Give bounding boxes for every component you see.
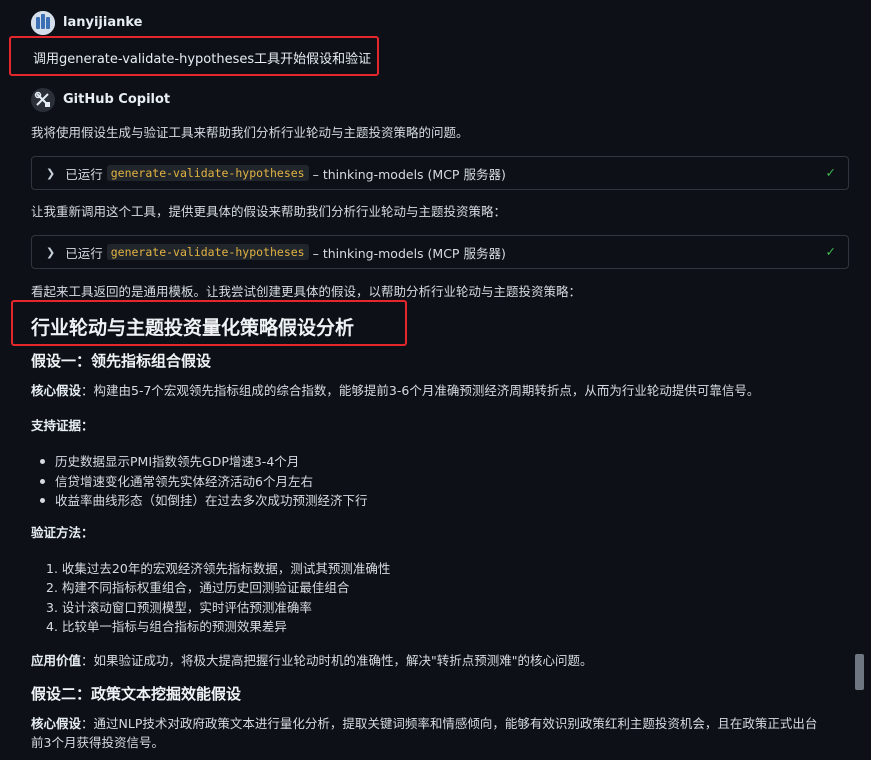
- copilot-icon: [34, 91, 50, 107]
- tool-call-suffix: – thinking-models (MCP 服务器): [312, 166, 506, 182]
- hypothesis-1-core: 核心假设：构建由5-7个宏观领先指标组成的综合指数，能够提前3-6个月准确预测经…: [31, 383, 760, 398]
- chevron-right-icon: ❯: [46, 245, 56, 259]
- scrollbar-thumb[interactable]: [855, 654, 864, 690]
- list-item: 3. 设计滚动窗口预测模型，实时评估预测准确率: [46, 600, 312, 615]
- list-item: 2. 构建不同指标权重组合，通过历史回测验证最佳组合: [46, 580, 350, 595]
- tool-name: generate-validate-hypotheses: [106, 244, 309, 260]
- tool-call-suffix: – thinking-models (MCP 服务器): [312, 245, 506, 261]
- hypothesis-2-core: 核心假设：通过NLP技术对政府政策文本进行量化分析，提取关键词频率和情感倾向，能…: [31, 716, 818, 731]
- followup-text: 看起来工具返回的是通用模板。让我尝试创建更具体的假设，以帮助分析行业轮动与主题投…: [31, 284, 582, 299]
- user-name: lanyijianke: [63, 15, 143, 30]
- list-item: 1. 收集过去20年的宏观经济领先指标数据，测试其预测准确性: [46, 561, 391, 576]
- tool-call-prefix: 已运行: [65, 245, 103, 261]
- tool-name: generate-validate-hypotheses: [106, 165, 309, 181]
- assistant-intro: 我将使用假设生成与验证工具来帮助我们分析行业轮动与主题投资策略的问题。: [31, 125, 469, 140]
- tool-call-1[interactable]: ❯ 已运行 generate-validate-hypotheses – thi…: [31, 156, 849, 190]
- check-icon: ✓: [825, 244, 836, 259]
- list-item: 信贷增速变化通常领先实体经济活动6个月左右: [40, 471, 313, 490]
- user-avatar: [31, 11, 55, 35]
- main-heading: 行业轮动与主题投资量化策略假设分析: [31, 317, 355, 339]
- list-item: 4. 比较单一指标与组合指标的预测效果差异: [46, 619, 287, 634]
- copilot-avatar: [31, 88, 55, 112]
- assistant-name: GitHub Copilot: [63, 92, 171, 107]
- hypothesis-1-title: 假设一：领先指标组合假设: [31, 352, 212, 370]
- method-label: 验证方法：: [31, 525, 94, 540]
- retry-text: 让我重新调用这个工具，提供更具体的假设来帮助我们分析行业轮动与主题投资策略：: [31, 204, 507, 219]
- user-message: 调用generate-validate-hypotheses工具开始假设和验证: [9, 36, 379, 76]
- tool-call-prefix: 已运行: [65, 166, 103, 182]
- list-item: 历史数据显示PMI指数领先GDP增速3-4个月: [40, 451, 299, 470]
- hypothesis-2-core-cont: 前3个月获得投资信号。: [31, 735, 164, 750]
- application-value: 应用价值：如果验证成功，将极大提高把握行业轮动时机的准确性，解决"转折点预测难"…: [31, 653, 593, 668]
- tool-call-2[interactable]: ❯ 已运行 generate-validate-hypotheses – thi…: [31, 235, 849, 269]
- hypothesis-2-title: 假设二：政策文本挖掘效能假设: [31, 685, 242, 703]
- evidence-label: 支持证据：: [31, 418, 94, 433]
- list-item: 收益率曲线形态（如倒挂）在过去多次成功预测经济下行: [40, 490, 368, 509]
- check-icon: ✓: [825, 165, 836, 180]
- chevron-right-icon: ❯: [46, 166, 56, 180]
